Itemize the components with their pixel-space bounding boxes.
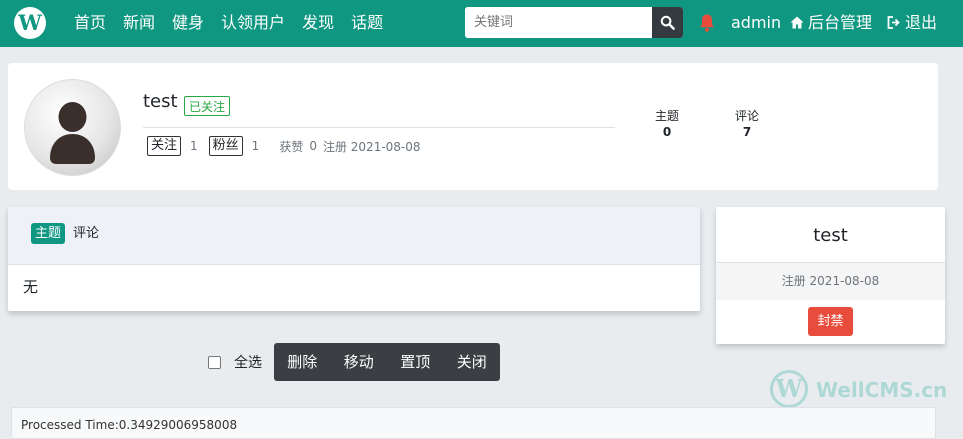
site-logo[interactable]: W <box>14 7 46 39</box>
fans-count: 1 <box>251 139 260 153</box>
empty-message: 无 <box>23 278 39 296</box>
home-icon <box>790 16 804 29</box>
select-all-label: 全选 <box>234 355 262 371</box>
watermark-logo: W <box>770 370 808 408</box>
tab-header: 主题 评论 <box>8 207 700 265</box>
search-button[interactable] <box>652 7 683 38</box>
stat-topics[interactable]: 主题 0 <box>655 108 679 140</box>
nav-link-topics[interactable]: 话题 <box>351 0 383 47</box>
ban-button[interactable]: 封禁 <box>808 307 853 336</box>
bulk-action-group: 删除 移动 置顶 关闭 <box>274 343 500 381</box>
follow-label[interactable]: 关注 <box>147 136 182 156</box>
search-box <box>465 7 683 38</box>
logout-label: 退出 <box>905 13 938 32</box>
move-button[interactable]: 移动 <box>331 343 388 381</box>
nav-link-news[interactable]: 新闻 <box>123 0 155 47</box>
admin-link-label: 后台管理 <box>808 13 873 32</box>
stat-comments-value: 7 <box>742 125 752 139</box>
search-icon <box>660 15 675 30</box>
profile-username: test <box>143 91 178 112</box>
stat-topics-label: 主题 <box>655 109 680 123</box>
nav-link-fitness[interactable]: 健身 <box>172 0 204 47</box>
close-button[interactable]: 关闭 <box>444 343 501 381</box>
fans-label[interactable]: 粉丝 <box>208 136 243 156</box>
stat-topics-value: 0 <box>662 125 672 139</box>
top-navbar: W 首页 新闻 健身 认领用户 发现 话题 admin 后台管理 <box>0 0 963 47</box>
processed-time: Processed Time:0.34929006958008 <box>21 418 238 432</box>
profile-stats-row: 关注 1 粉丝 1 获赞 0 注册 2021-08-08 <box>147 136 427 156</box>
profile-divider <box>143 127 615 128</box>
profile-card: test 已关注 关注 1 粉丝 1 获赞 0 注册 2021-08-08 主题… <box>8 63 938 190</box>
nav-link-home[interactable]: 首页 <box>74 0 106 47</box>
admin-link[interactable]: 后台管理 <box>790 0 872 45</box>
nav-link-discover[interactable]: 发现 <box>302 0 334 47</box>
pin-top-button[interactable]: 置顶 <box>387 343 444 381</box>
user-card-register-date: 注册 2021-08-08 <box>716 262 945 300</box>
select-all-checkbox[interactable] <box>208 355 221 369</box>
search-input[interactable] <box>465 7 641 38</box>
follow-count: 1 <box>190 139 198 153</box>
delete-button[interactable]: 删除 <box>274 343 331 381</box>
nav-link-claim-users[interactable]: 认领用户 <box>221 0 285 47</box>
likes-count: 0 <box>309 139 317 153</box>
tab-comments[interactable]: 评论 <box>73 223 99 244</box>
avatar <box>24 79 121 176</box>
register-date: 注册 2021-08-08 <box>322 139 421 154</box>
stat-comments[interactable]: 评论 7 <box>735 108 759 140</box>
followed-badge[interactable]: 已关注 <box>184 96 231 116</box>
footer-panel: Processed Time:0.34929006958008 <box>11 407 936 439</box>
default-avatar-icon <box>50 102 95 164</box>
tab-topics[interactable]: 主题 <box>31 223 66 244</box>
likes-label: 获赞 <box>279 139 304 154</box>
main-nav: 首页 新闻 健身 认领用户 发现 话题 <box>74 0 400 47</box>
username-label: admin <box>731 13 782 32</box>
stat-comments-label: 评论 <box>735 109 760 123</box>
content-tabs-card: 主题 评论 无 <box>8 207 700 311</box>
user-menu[interactable]: admin <box>731 0 781 45</box>
select-all[interactable]: 全选 <box>208 352 262 372</box>
bell-icon[interactable] <box>699 13 715 33</box>
watermark-text: WellCMS.cn <box>816 378 948 402</box>
user-card-name: test <box>813 225 848 246</box>
logout-icon <box>887 16 900 29</box>
user-info-card: test 注册 2021-08-08 封禁 <box>716 207 945 344</box>
logout-link[interactable]: 退出 <box>887 0 937 45</box>
